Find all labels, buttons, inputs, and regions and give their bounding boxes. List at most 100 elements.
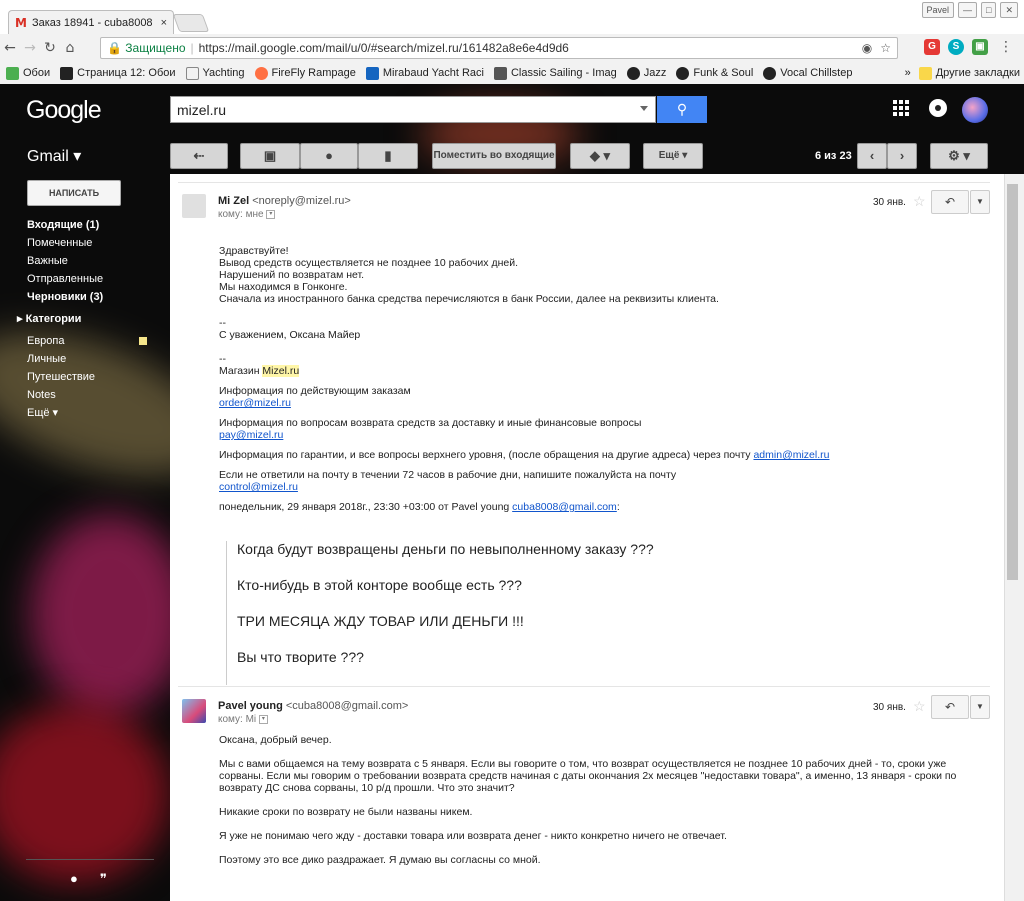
delete-button[interactable]: ▮ — [358, 143, 418, 169]
other-bookmarks[interactable]: Другие закладки — [918, 66, 1020, 80]
more-button[interactable]: Ещё ▾ — [643, 143, 703, 169]
star-icon[interactable]: ☆ — [913, 193, 926, 210]
report-spam-button[interactable]: ● — [300, 143, 358, 169]
bookmarks-bar: Обои Страница 12: Обои Yachting FireFly … — [0, 62, 1024, 84]
forward-icon[interactable]: → — [20, 40, 40, 56]
bookmark-item[interactable]: Classic Sailing - Imag — [493, 66, 617, 80]
bookmark-item[interactable]: Jazz — [626, 66, 666, 80]
reload-icon[interactable]: ↻ — [40, 40, 60, 56]
sidebar: НАПИСАТЬ Входящие (1) Помеченные Важные … — [0, 174, 170, 901]
bookmark-item[interactable]: Mirabaud Yacht Raci — [365, 66, 484, 80]
bookmark-item[interactable]: Страница 12: Обои — [60, 66, 176, 80]
sidebar-item-categories[interactable]: ▸ Категории — [17, 310, 167, 328]
email-link-order[interactable]: order@mizel.ru — [219, 397, 291, 409]
email-link-quote[interactable]: cuba8008@gmail.com — [512, 501, 617, 513]
reply-button[interactable]: ↶ — [931, 190, 969, 214]
profile-button[interactable]: Pavel — [921, 2, 955, 18]
bookmark-icon — [6, 66, 19, 80]
new-tab-button[interactable] — [172, 14, 210, 32]
back-icon[interactable]: ← — [0, 40, 20, 56]
scrollbar-thumb[interactable] — [1007, 184, 1018, 580]
apps-grid-icon[interactable] — [893, 100, 909, 116]
extension-icon[interactable]: ▣ — [972, 39, 988, 55]
recipient-line[interactable]: кому: Mi ▾ — [218, 714, 268, 725]
star-icon[interactable]: ☆ — [913, 698, 926, 715]
gmail-header: Google mizel.ru ⚲ — [0, 84, 1024, 136]
bookmark-item[interactable]: Yachting — [185, 66, 245, 80]
archive-button[interactable]: ▣ — [240, 143, 300, 169]
sidebar-more[interactable]: Ещё ▾ — [27, 404, 167, 422]
more-actions-button[interactable]: ▼ — [970, 695, 990, 719]
sidebar-item-inbox[interactable]: Входящие (1) — [27, 216, 167, 234]
tab-title: Заказ 18941 - cuba8008 — [31, 16, 153, 29]
search-options-icon[interactable] — [640, 106, 648, 111]
trash-icon: ▮ — [384, 148, 392, 163]
sidebar-item-starred[interactable]: Помеченные — [27, 234, 167, 252]
details-dropdown-icon[interactable]: ▾ — [258, 714, 268, 724]
sidebar-label-travel[interactable]: Путешествие — [27, 368, 167, 386]
bookmark-icon — [60, 66, 74, 80]
sidebar-label-notes[interactable]: Notes — [27, 386, 167, 404]
extension-icon[interactable]: G — [924, 39, 940, 55]
nav-list: Входящие (1) Помеченные Важные Отправлен… — [17, 216, 167, 422]
email-link-admin[interactable]: admin@mizel.ru — [753, 449, 829, 461]
bookmark-item[interactable]: Обои — [6, 66, 50, 80]
extension-icon[interactable]: S — [948, 39, 964, 55]
gmail-menu[interactable]: Gmail ▾ — [27, 146, 81, 166]
close-window-icon[interactable]: ✕ — [1000, 2, 1018, 18]
message-date: 30 янв. — [873, 197, 906, 208]
sidebar-item-important[interactable]: Важные — [27, 252, 167, 270]
search-input[interactable]: mizel.ru — [170, 96, 656, 123]
recipient-line[interactable]: кому: мне ▾ — [218, 209, 276, 220]
email-link-pay[interactable]: pay@mizel.ru — [219, 429, 283, 441]
page-icon — [185, 66, 199, 80]
sender-line[interactable]: Pavel young <cuba8008@gmail.com> — [218, 700, 408, 712]
signature-separator: -- — [219, 353, 226, 365]
bookmark-item[interactable]: Vocal Chillstep — [763, 66, 852, 80]
bookmark-icon — [493, 66, 507, 80]
avatar[interactable] — [962, 97, 988, 123]
sender-line[interactable]: Mi Zel <noreply@mizel.ru> — [218, 195, 351, 207]
search-button[interactable]: ⚲ — [657, 96, 707, 123]
compose-button[interactable]: НАПИСАТЬ — [27, 180, 121, 206]
settings-button[interactable]: ⚙ ▾ — [930, 143, 988, 169]
sidebar-label-europe[interactable]: Европа — [27, 332, 167, 350]
email-link-control[interactable]: control@mizel.ru — [219, 481, 298, 493]
body-line: Нарушений по возвратам нет. — [219, 269, 365, 281]
more-actions-button[interactable]: ▼ — [970, 190, 990, 214]
browser-chrome: M Заказ 18941 - cuba8008 × Pavel — □ ✕ ←… — [0, 0, 1024, 84]
sidebar-footer: ● ❞ — [70, 871, 107, 887]
reply-icon: ↶ — [944, 195, 956, 209]
sender-name: Pavel young — [218, 700, 283, 712]
extensions: G S ▣ ⋮ — [924, 39, 1016, 55]
bookmark-item[interactable]: Funk & Soul — [676, 66, 753, 80]
sidebar-item-drafts[interactable]: Черновики (3) — [27, 288, 167, 306]
label-color-swatch — [139, 337, 147, 345]
sidebar-label-personal[interactable]: Личные — [27, 350, 167, 368]
minimize-icon[interactable]: — — [958, 2, 978, 18]
bookmark-star-icon[interactable]: ☆ — [880, 41, 891, 55]
google-logo[interactable]: Google — [26, 96, 102, 125]
back-to-search-button[interactable]: ⇠ — [170, 143, 228, 169]
labels-button[interactable]: ◆ ▾ — [570, 143, 630, 169]
newer-button[interactable]: ‹ — [857, 143, 887, 169]
home-icon[interactable]: ⌂ — [60, 40, 80, 56]
info-orders: Информация по действующим заказам — [219, 385, 411, 397]
notifications-icon[interactable] — [929, 99, 947, 117]
tab-close-icon[interactable]: × — [161, 17, 167, 29]
sidebar-item-sent[interactable]: Отправленные — [27, 270, 167, 288]
hangouts-icon[interactable]: ❞ — [100, 871, 107, 887]
eye-icon[interactable]: ◉ — [862, 41, 872, 55]
gmail-app: Google mizel.ru ⚲ Gmail ▾ ⇠ ▣ ● ▮ Помест… — [0, 84, 1024, 901]
bookmark-item[interactable]: FireFly Rampage — [254, 66, 356, 80]
reply-button[interactable]: ↶ — [931, 695, 969, 719]
browser-tab[interactable]: M Заказ 18941 - cuba8008 × — [8, 10, 174, 34]
details-dropdown-icon[interactable]: ▾ — [266, 209, 276, 219]
person-icon[interactable]: ● — [70, 871, 78, 887]
older-button[interactable]: › — [887, 143, 917, 169]
bookmarks-overflow[interactable]: » — [905, 67, 911, 79]
menu-icon[interactable]: ⋮ — [996, 39, 1016, 55]
address-bar[interactable]: 🔒 Защищено | https://mail.google.com/mai… — [100, 37, 898, 59]
move-to-inbox-button[interactable]: Поместить во входящие — [432, 143, 556, 169]
maximize-icon[interactable]: □ — [981, 2, 997, 18]
